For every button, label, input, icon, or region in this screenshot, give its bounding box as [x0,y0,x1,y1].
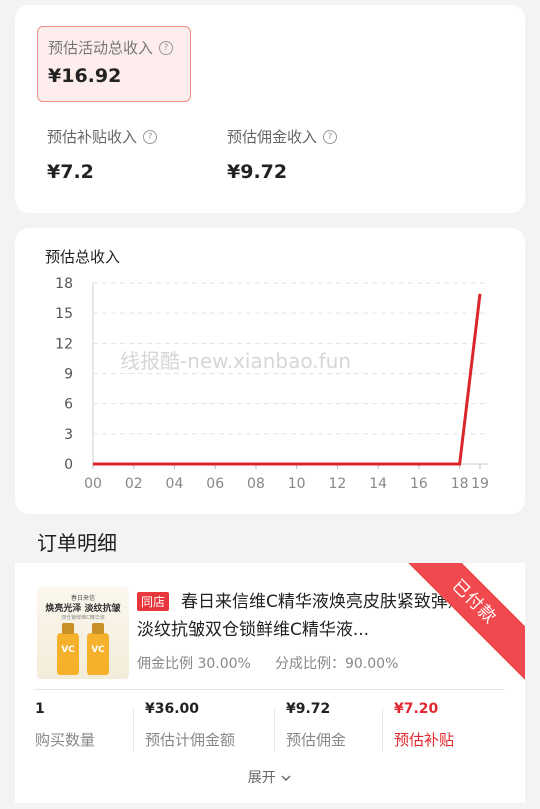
divider [133,709,134,751]
x-tick-label: 19 [471,476,489,492]
x-tick-label: 00 [84,476,102,492]
divider [35,689,505,690]
y-tick-label: 18 [55,276,73,292]
question-circle-icon[interactable]: ? [323,129,338,144]
x-tick-label: 12 [329,476,347,492]
x-tick-label: 04 [166,476,184,492]
bottle-graphic: VC [57,623,79,675]
commission-income-label: 预估佣金收入 [227,128,318,146]
stat-subsidy: ¥7.20 预估补贴 [394,701,455,749]
y-tick-label: 0 [64,457,73,473]
commission-ratio: 佣金比例 30.00% [137,656,251,672]
order-card[interactable]: 春日来信 焕亮光泽 淡纹抗皱 双仓锁鲜维C精华液 VC VC 春日来信维C精华液… [15,563,525,803]
stat-commission-base: ¥36.00 预估计佣金额 [145,701,236,749]
x-tick-label: 16 [410,476,428,492]
income-summary-card: 预估活动总收入 ? ¥16.92 预估补贴收入 ? ¥7.2 预估佣金收入 ? … [15,5,525,213]
divider [382,709,383,751]
x-tick-label: 02 [125,476,143,492]
stat-quantity: 1 购买数量 [35,701,96,749]
chevron-down-icon [281,775,291,782]
x-tick-label: 06 [206,476,224,492]
subsidy-income-value: ¥7.2 [47,161,94,183]
y-tick-label: 3 [64,427,73,443]
commission-income: 预估佣金收入 ? ¥9.72 [227,126,338,183]
income-line-chart: 036912151800 02 04 06 08 10 12 14 16 18 19线报酷-new.… [55,276,489,492]
x-tick-label: 18 [451,476,469,492]
product-title[interactable]: 春日来信维C精华液焕亮皮肤紧致弹嫩淡纹抗皱双仓锁鲜维C精华液... [137,588,467,644]
question-circle-icon[interactable]: ? [159,40,174,55]
product-image-subtitle: 双仓锁鲜维C精华液 [61,615,105,621]
subsidy-income-label: 预估补贴收入 [47,128,138,146]
y-tick-label: 9 [64,367,73,383]
commission-income-value: ¥9.72 [227,161,288,183]
series-line [93,293,482,466]
divider [274,709,275,751]
income-chart-card: 预估总收入 0 3 6 9 12 15 18 00 02 04 06 08 10 12 14 16 18 19 线报… [15,228,525,514]
bottle-graphic: VC [87,623,109,675]
x-tick-label: 10 [288,476,306,492]
total-income-label: 预估活动总收入 [48,39,154,57]
product-image[interactable]: 春日来信 焕亮光泽 淡纹抗皱 双仓锁鲜维C精华液 VC VC [37,587,129,679]
watermark-text: 线报酷-new.xianbao.fun [120,349,351,373]
share-ratio: 分成比例：90.00% [275,656,399,672]
expand-button[interactable]: 展开 [15,767,525,787]
question-circle-icon[interactable]: ? [143,129,158,144]
product-image-headline: 焕亮光泽 淡纹抗皱 [45,604,121,614]
x-tick-label: 14 [369,476,387,492]
y-tick-label: 6 [64,397,73,413]
total-income-box: 预估活动总收入 ? ¥16.92 [37,26,191,102]
same-shop-badge: 同店 [137,592,170,611]
y-tick-label: 12 [55,336,73,352]
total-income-value: ¥16.92 [48,65,122,87]
order-section-title: 订单明细 [37,531,117,555]
x-tick-label: 08 [247,476,265,492]
expand-label: 展开 [247,770,276,786]
stat-commission: ¥9.72 预估佣金 [286,701,347,749]
y-tick-label: 15 [55,306,73,322]
subsidy-income: 预估补贴收入 ? ¥7.2 [47,126,158,183]
